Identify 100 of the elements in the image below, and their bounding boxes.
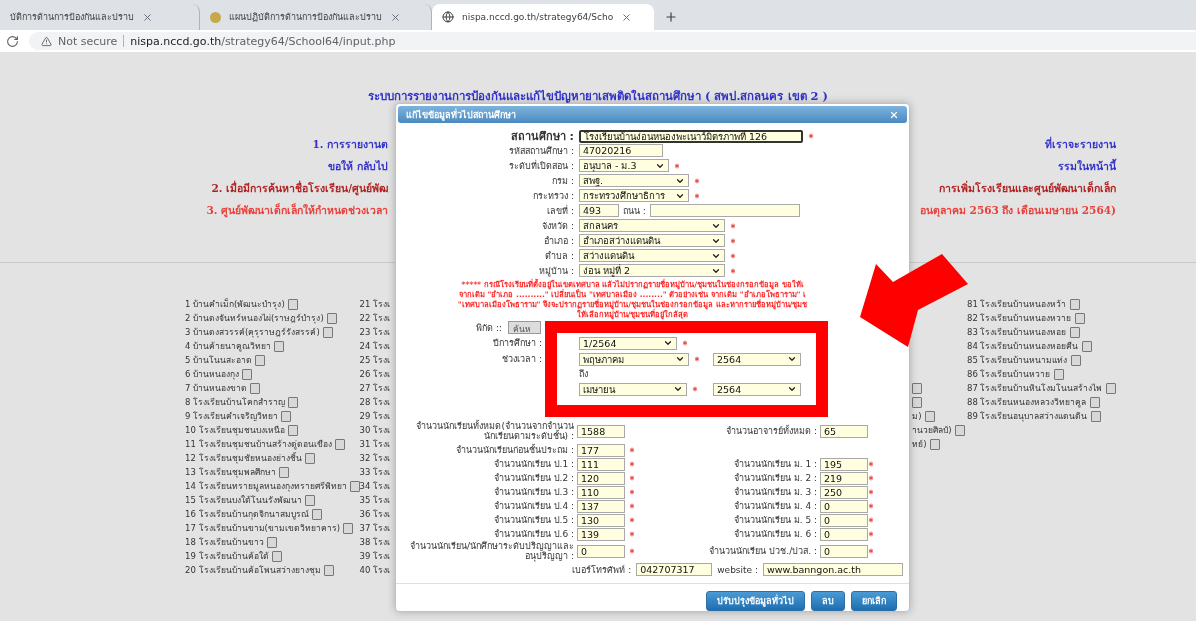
school-link[interactable]: 10 โรงเรียนชุมชนบงเหนือ — [185, 423, 285, 437]
school-link[interactable]: 19 โรงเรียนบ้านค้อใต้ — [185, 549, 269, 563]
select-field[interactable]: พฤษภาคม — [579, 352, 689, 366]
select-field[interactable]: 1/2564 — [579, 336, 677, 350]
document-icon[interactable] — [266, 536, 277, 548]
input-field[interactable]: 195 — [820, 457, 868, 471]
input-field[interactable]: 0 — [820, 527, 868, 541]
document-icon[interactable] — [334, 438, 345, 450]
input-field[interactable]: 177 — [577, 443, 625, 457]
dialog-button[interactable]: ปรับปรุงข้อมูลทั่วไป — [706, 591, 805, 611]
school-link[interactable]: 84 โรงเรียนบ้านหนองหอยคืน — [966, 339, 1079, 353]
document-icon[interactable] — [912, 382, 923, 394]
document-icon[interactable] — [304, 452, 315, 464]
school-link[interactable]: 87 โรงเรียนบ้านหินโงมโนนสร้างไพ — [966, 381, 1103, 395]
document-icon[interactable] — [1074, 312, 1085, 324]
school-link[interactable]: 5 บ้านโนนสะอาด — [185, 353, 253, 367]
document-icon[interactable] — [250, 382, 261, 394]
document-icon[interactable] — [287, 424, 298, 436]
school-link[interactable]: 32 โรงเ — [359, 451, 391, 465]
school-link[interactable]: 22 โรงเ — [359, 311, 391, 325]
close-icon[interactable] — [390, 11, 401, 23]
reload-icon[interactable] — [6, 34, 19, 48]
input-field[interactable]: 493 — [579, 204, 619, 217]
input-field[interactable]: 250 — [820, 485, 868, 499]
school-link[interactable]: 15 โรงเรียนบงใต้โนนรังพัฒนา — [185, 493, 302, 507]
school-link[interactable]: 14 โรงเรียนทรายมูลหนองกุงทรายศรีพิทยา — [185, 479, 347, 493]
school-link[interactable]: 4 บ้านค้ายนาคูณวิทยา — [185, 339, 272, 353]
document-icon[interactable] — [1069, 298, 1080, 310]
close-icon[interactable] — [621, 11, 633, 23]
document-icon[interactable] — [311, 508, 322, 520]
school-link[interactable]: 23 โรงเ — [359, 325, 391, 339]
dialog-button[interactable]: ลบ — [811, 591, 845, 611]
document-icon[interactable] — [343, 522, 354, 534]
school-link[interactable]: 81 โรงเรียนบ้านหนองหว้า — [966, 297, 1067, 311]
document-icon[interactable] — [274, 340, 285, 352]
document-icon[interactable] — [1081, 340, 1092, 352]
document-icon[interactable] — [255, 354, 266, 366]
school-link[interactable]: 40 โรงเ — [359, 563, 391, 577]
school-link[interactable]: 8 โรงเรียนบ้านโคกสำราญ — [185, 395, 286, 409]
input-field[interactable]: 130 — [577, 513, 625, 527]
school-link[interactable]: 82 โรงเรียนบ้านหนองหวาย — [966, 311, 1072, 325]
school-link[interactable]: 6 บ้านหนองกุง — [185, 367, 240, 381]
school-link[interactable]: 37 โรงเ — [359, 521, 391, 535]
document-icon[interactable] — [1105, 382, 1116, 394]
search-button[interactable]: ค้นห — [508, 321, 541, 334]
document-icon[interactable] — [288, 396, 299, 408]
input-field[interactable]: 137 — [577, 499, 625, 513]
school-link[interactable]: 16 โรงเรียนบ้านกุดจิกนาสมบูรณ์ — [185, 507, 309, 521]
document-icon[interactable] — [924, 410, 935, 422]
document-icon[interactable] — [1070, 354, 1081, 366]
school-link[interactable]: 86 โรงเรียนบ้านหวาย — [966, 367, 1051, 381]
school-link[interactable]: 33 โรงเ — [359, 465, 391, 479]
input-field[interactable]: 47020216 — [579, 144, 663, 157]
document-icon[interactable] — [242, 368, 253, 380]
document-icon[interactable] — [349, 480, 360, 492]
school-link[interactable]: 21 โรงเ — [359, 297, 391, 311]
school-link[interactable]: 35 โรงเ — [359, 493, 391, 507]
document-icon[interactable] — [1089, 396, 1100, 408]
input-field[interactable]: 0 — [820, 513, 868, 527]
school-link[interactable]: 26 โรงเ — [359, 367, 391, 381]
school-link[interactable]: 9 โรงเรียนคำเจริญวิทยา — [185, 409, 279, 423]
browser-tab[interactable]: nispa.nccd.go.th/strategy64/Scho — [432, 4, 654, 30]
school-link[interactable]: 1 บ้านคำเม็ก(พัฒนะบำรุง) — [185, 297, 285, 311]
input-field[interactable]: 0 — [820, 499, 868, 513]
select-field[interactable]: สพฐ. — [579, 174, 689, 187]
document-icon[interactable] — [1053, 368, 1064, 380]
input-field[interactable]: โรงเรียนบ้านง่อนหนองพะเนาว์มิตรภาพที่ 126 — [579, 129, 803, 143]
school-link[interactable]: 7 บ้านหนองขาด — [185, 381, 248, 395]
input-field[interactable]: 120 — [577, 471, 625, 485]
input-field[interactable]: 0 — [820, 544, 868, 558]
school-link[interactable]: 2 บ้านดงจันทร์หนองไผ่(ราษฎร์บำรุง) — [185, 311, 324, 325]
school-link[interactable]: ม) — [912, 409, 922, 423]
new-tab-icon[interactable] — [664, 10, 678, 24]
school-link[interactable]: 36 โรงเ — [359, 507, 391, 521]
input-field[interactable]: 65 — [820, 424, 868, 438]
dialog-button[interactable]: ยกเลิก — [851, 591, 897, 611]
school-link[interactable]: 28 โรงเ — [359, 395, 391, 409]
select-field[interactable]: สว่างแดนดิน — [579, 249, 725, 262]
document-icon[interactable] — [929, 438, 940, 450]
document-icon[interactable] — [287, 298, 298, 310]
document-icon[interactable] — [1090, 410, 1101, 422]
close-icon[interactable] — [142, 11, 153, 23]
document-icon[interactable] — [271, 550, 282, 562]
school-link[interactable]: 38 โรงเ — [359, 535, 391, 549]
school-link[interactable]: ทย์) — [912, 437, 927, 451]
document-icon[interactable] — [954, 424, 965, 436]
select-field[interactable]: เมษายน — [579, 382, 687, 396]
document-icon[interactable] — [304, 494, 315, 506]
select-field[interactable]: อำเภอสว่างแดนดิน — [579, 234, 725, 247]
school-link[interactable]: 11 โรงเรียนชุมชนบ้านสร้างดู่ดอนเขือง — [185, 437, 332, 451]
input-field[interactable]: 139 — [577, 527, 625, 541]
school-link[interactable]: 18 โรงเรียนบ้านขาว — [185, 535, 264, 549]
document-icon[interactable] — [278, 466, 289, 478]
select-field[interactable]: 2564 — [713, 352, 801, 366]
school-link[interactable]: 3 บ้านดงสวรรค์(คุรุราษฎร์รังสรรค์) — [185, 325, 320, 339]
school-link[interactable]: 83 โรงเรียนบ้านหนองหอย — [966, 325, 1067, 339]
input-field[interactable]: 110 — [577, 485, 625, 499]
document-icon[interactable] — [1069, 326, 1080, 338]
close-icon[interactable] — [889, 109, 899, 120]
input-field[interactable]: 219 — [820, 471, 868, 485]
